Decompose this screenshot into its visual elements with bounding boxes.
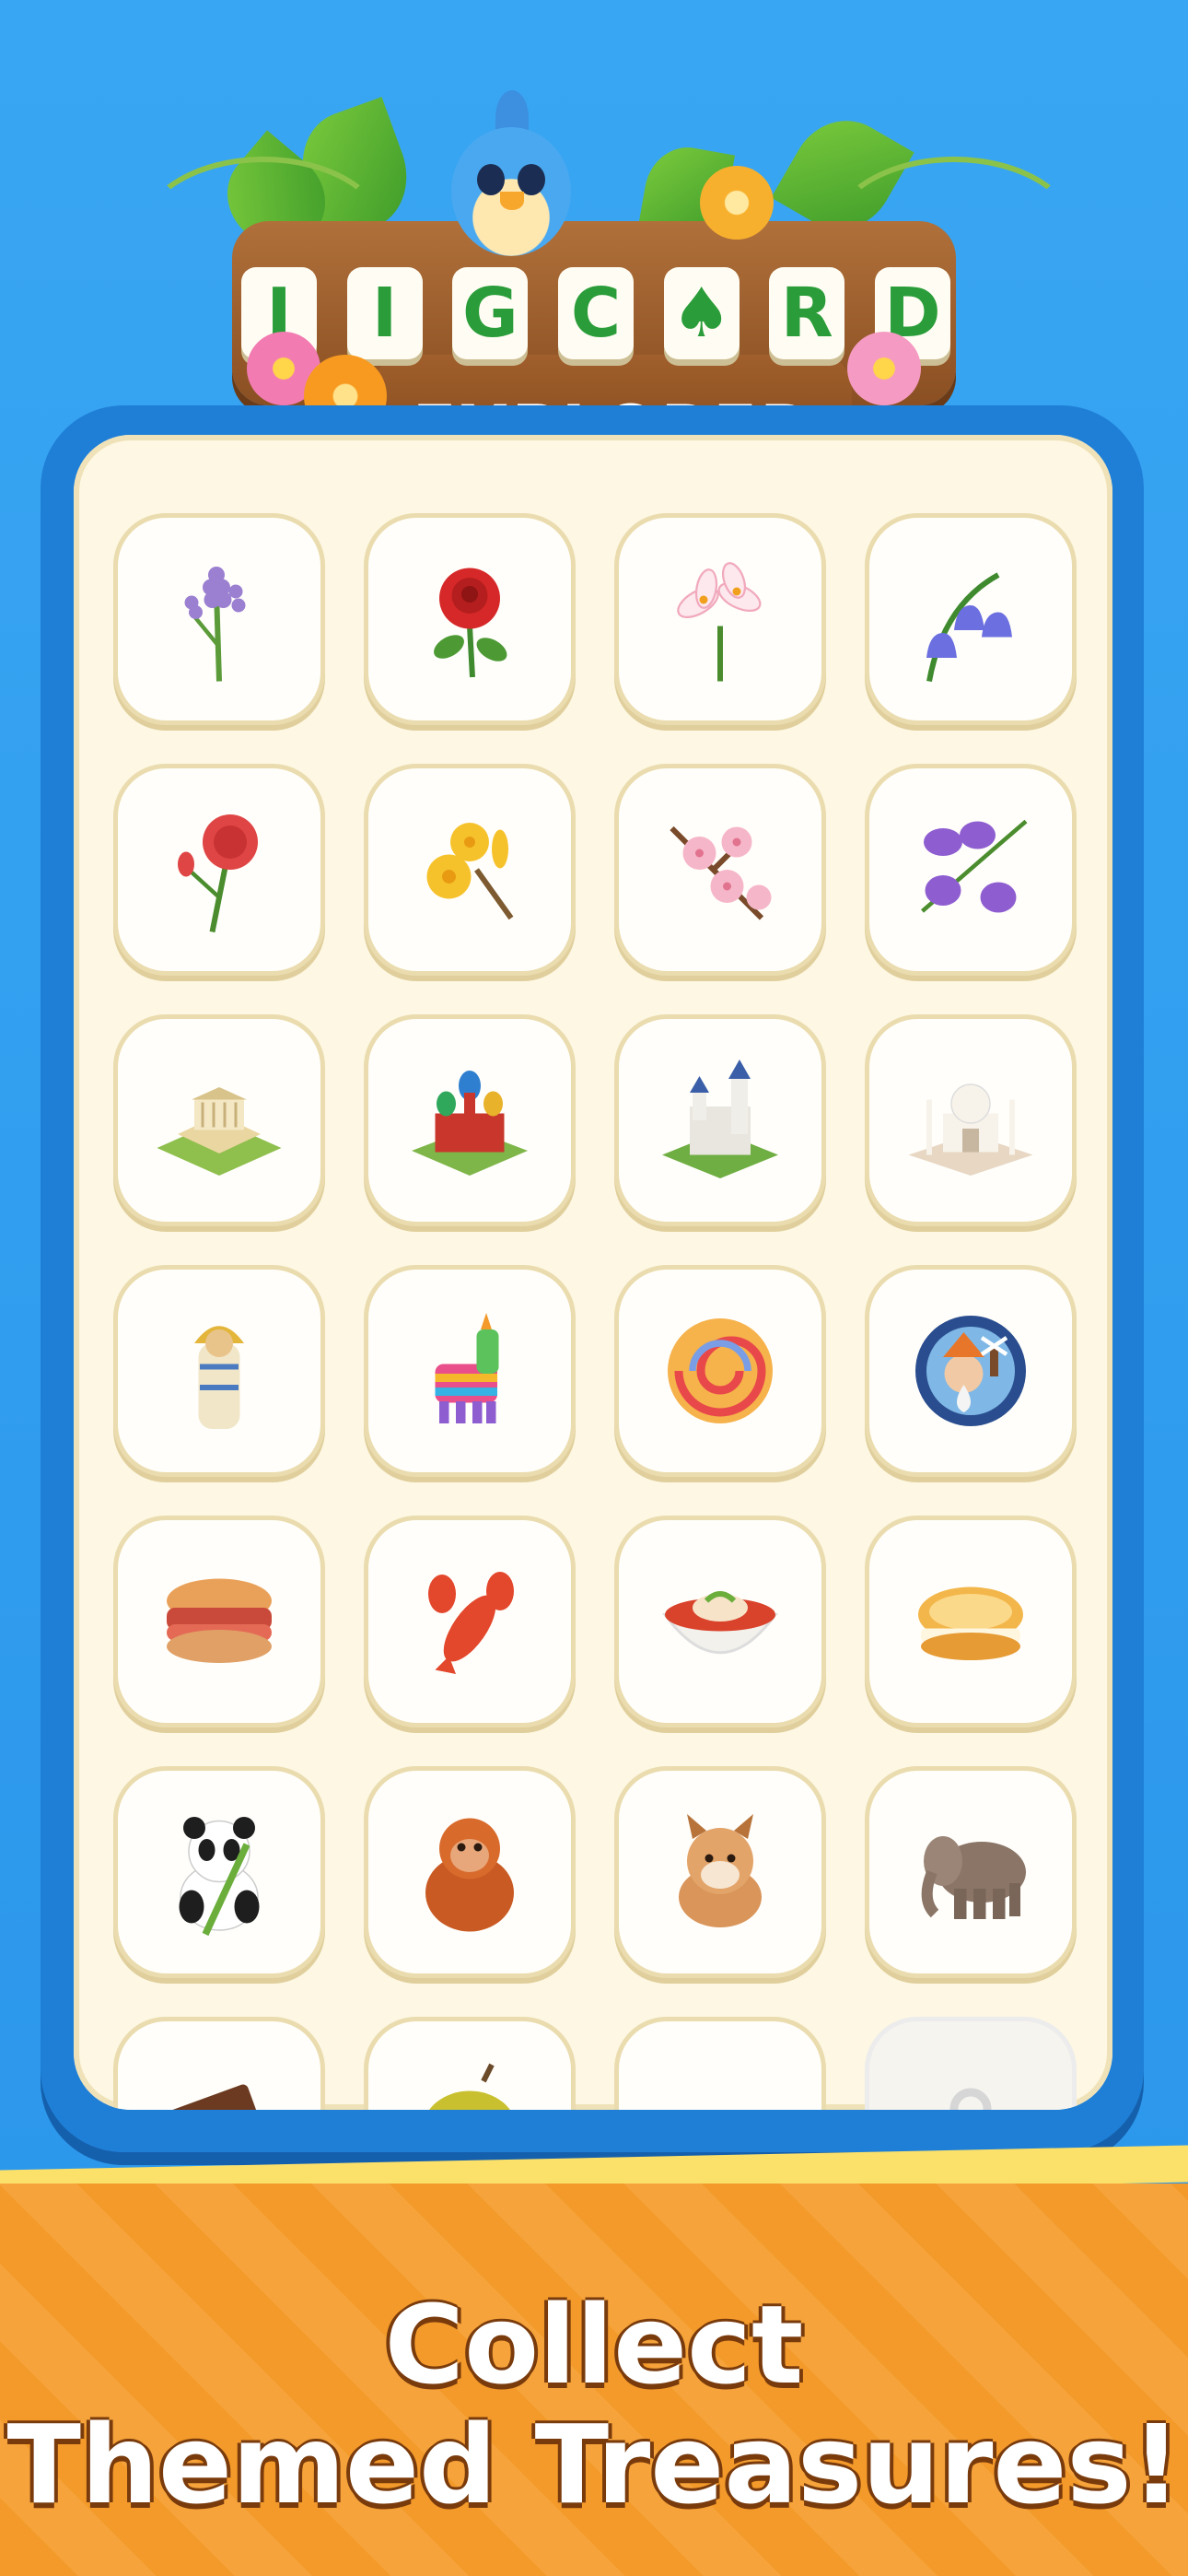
flower-icon [700,166,774,240]
card-elephant[interactable] [869,1771,1072,1973]
card-lobster[interactable] [368,1520,571,1723]
card-yellow-trumpet-flower[interactable] [368,768,571,971]
card-kimchi-bowl[interactable] [619,1520,821,1723]
logo-letter: G [452,267,529,359]
pastry-icon [918,1587,1023,1660]
logo-letter: I [346,267,423,359]
card-pinata[interactable] [368,1270,571,1472]
durian-icon [429,2063,510,2110]
card-panda[interactable] [118,1771,320,1973]
card-cream-pastry[interactable] [869,1520,1072,1723]
panda-icon [179,1817,260,1937]
card-lynx[interactable] [619,1771,821,1973]
promo-tagline: Collect Themed Treasures! [0,2285,1188,2524]
collection-panel[interactable] [74,435,1112,2110]
swirl-candy-icon [668,1318,773,1423]
bluebird-mascot-icon [442,90,580,265]
card-pharaoh-sarcophagus[interactable] [118,1270,320,1472]
chocolate-icon [169,2084,269,2110]
card-bluebell[interactable] [869,518,1072,720]
card-neuschwanstein-castle[interactable] [619,1019,821,1222]
card-cherry-blossom[interactable] [619,768,821,971]
card-lily[interactable] [619,518,821,720]
lock-icon [949,2088,992,2110]
card-bacon-sandwich[interactable] [118,1520,320,1723]
tagline-line-2: Themed Treasures! [6,2401,1182,2528]
trumpet-flower-icon [426,823,514,920]
card-st-basils-cathedral[interactable] [368,1019,571,1222]
acropolis-icon [157,1087,282,1176]
lobster-icon [428,1572,514,1674]
card-durian[interactable] [368,2021,571,2110]
taj-mahal-icon [908,1083,1033,1176]
dutch-badge-icon [915,1316,1026,1426]
meatballs-icon [651,2054,789,2110]
cherry-blossom-icon [670,825,772,920]
sarcophagus-icon [194,1326,244,1429]
card-swiss-chocolate[interactable] [118,2021,320,2110]
card-acropolis[interactable] [118,1019,320,1222]
logo-letter-tiles: J I G C ♠ R D [241,267,950,359]
kimchi-bowl-icon [662,1591,778,1655]
logo-letter: C [557,267,634,359]
rose-icon [434,568,507,678]
card-meatballs[interactable] [619,2021,821,2110]
card-carnation[interactable] [118,768,320,971]
tagline-line-1: Collect [384,2281,804,2408]
spade-icon: ♠ [663,267,740,359]
lynx-icon [679,1814,762,1927]
card-swirl-candy[interactable] [619,1270,821,1472]
card-locked[interactable] [869,2021,1072,2110]
pinata-icon [435,1313,499,1423]
jacaranda-icon [921,819,1028,913]
flower-icon [847,332,921,405]
cathedral-icon [412,1071,528,1176]
card-orangutan[interactable] [368,1771,571,1973]
sandwich-icon [167,1578,272,1663]
carnation-icon [178,814,258,933]
logo-letter: R [769,267,845,359]
lavender-icon [184,567,246,682]
collection-grid [118,518,1072,2110]
card-red-rose[interactable] [368,518,571,720]
elephant-icon [921,1836,1026,1919]
card-taj-mahal[interactable] [869,1019,1072,1222]
card-dutch-windmill-badge[interactable] [869,1270,1072,1472]
lily-icon [677,562,762,682]
orangutan-icon [425,1818,514,1932]
card-jacaranda[interactable] [869,768,1072,971]
card-lavender[interactable] [118,518,320,720]
castle-icon [662,1060,778,1178]
bluebell-icon [926,572,1012,683]
